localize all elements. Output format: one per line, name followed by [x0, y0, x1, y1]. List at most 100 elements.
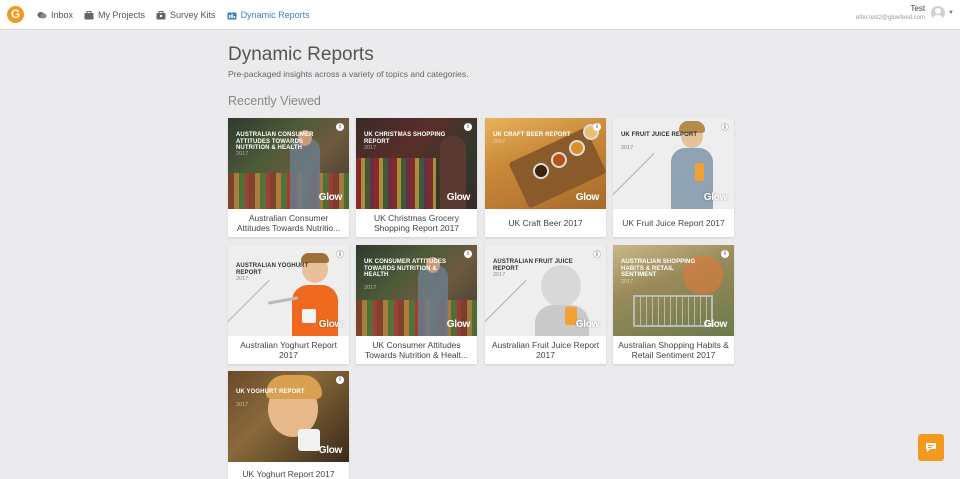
- thumb-title: UK Craft Beer Report: [493, 132, 571, 138]
- report-title: Australian Consumer Attitudes Towards Nu…: [236, 212, 341, 234]
- thumb-year: 2017: [621, 279, 634, 285]
- nav-label-inbox: Inbox: [51, 10, 74, 20]
- nav-item-survey-kits[interactable]: Survey Kits: [156, 10, 216, 20]
- info-icon[interactable]: i: [336, 376, 344, 384]
- shelf-graphic: [228, 173, 349, 209]
- info-icon[interactable]: i: [593, 250, 601, 258]
- glow-brand-mark: Glow: [703, 319, 728, 330]
- user-email: elfer.test2@glowfeed.com: [855, 15, 926, 21]
- report-card[interactable]: Australian Consumer Attitudes Towards Nu…: [228, 118, 349, 237]
- thumb-title: Australian Consumer Attitudes Towards Nu…: [236, 132, 314, 151]
- user-info: Test elfer.test2@glowfeed.com: [856, 4, 925, 22]
- page-subtitle: Pre-packaged insights across a variety o…: [228, 69, 469, 79]
- nav-item-my-projects[interactable]: My Projects: [84, 10, 145, 20]
- thumb-year: 2017: [236, 402, 249, 408]
- report-thumbnail: UK Christmas Shopping Report 2017 i Glow: [356, 118, 477, 209]
- info-icon[interactable]: i: [593, 123, 601, 131]
- yoghurt-cup: [302, 309, 316, 323]
- beer-glass: [551, 152, 567, 168]
- report-card[interactable]: UK Consumer Attitudes Towards Nutrition …: [356, 245, 477, 364]
- info-icon[interactable]: i: [721, 250, 729, 258]
- thumb-title: UK Christmas Shopping Report: [364, 132, 446, 145]
- thumb-title: Australian Fruit Juice Report: [493, 259, 573, 272]
- nav-label-survey-kits: Survey Kits: [170, 10, 216, 20]
- report-title: UK Christmas Grocery Shopping Report 201…: [373, 212, 460, 234]
- report-card[interactable]: UK Craft Beer Report 2017 i Glow UK Craf…: [485, 118, 606, 237]
- report-thumbnail: Australian Shopping Habits & Retail Sent…: [613, 245, 734, 336]
- info-icon[interactable]: i: [464, 250, 472, 258]
- section-title: Recently Viewed: [228, 94, 321, 108]
- thumb-year: 2017: [493, 139, 506, 145]
- main-nav: Inbox My Projects Survey Kits Dynamic Re…: [37, 0, 321, 30]
- glow-brand-mark: Glow: [446, 319, 471, 330]
- info-icon[interactable]: i: [336, 123, 344, 131]
- report-title: UK Fruit Juice Report 2017: [622, 217, 725, 228]
- info-icon[interactable]: i: [464, 123, 472, 131]
- report-thumbnail: Australian Consumer Attitudes Towards Nu…: [228, 118, 349, 209]
- glow-logo[interactable]: G: [7, 6, 24, 23]
- info-icon[interactable]: i: [336, 250, 344, 258]
- report-card[interactable]: Australian Shopping Habits & Retail Sent…: [613, 245, 734, 364]
- thumb-year: 2017: [236, 276, 249, 282]
- user-name: Test: [910, 4, 926, 13]
- avatar[interactable]: [931, 6, 946, 20]
- beer-glass: [569, 140, 585, 156]
- thumb-title: Australian Shopping Habits & Retail Sent…: [621, 259, 696, 278]
- decor-line: [485, 279, 527, 324]
- kit-icon: [156, 10, 166, 19]
- glow-brand-mark: Glow: [575, 319, 600, 330]
- thumb-title: UK Yoghurt Report: [236, 389, 305, 395]
- thumb-year: 2017: [364, 145, 377, 151]
- shelf-graphic: [356, 158, 436, 209]
- child-hair: [301, 253, 329, 263]
- report-thumbnail: UK Craft Beer Report 2017 i Glow: [485, 118, 606, 209]
- thumb-title: Australian Yoghurt Report: [236, 263, 309, 276]
- user-menu[interactable]: Test elfer.test2@glowfeed.com ▼: [856, 4, 954, 22]
- report-thumbnail: Australian Fruit Juice Report 2017 i Glo…: [485, 245, 606, 336]
- report-title: Australian Yoghurt Report 2017: [240, 339, 337, 361]
- beer-glass: [533, 163, 549, 179]
- report-thumbnail: UK Consumer Attitudes Towards Nutrition …: [356, 245, 477, 336]
- glow-brand-mark: Glow: [318, 319, 343, 330]
- report-card[interactable]: UK Fruit Juice Report 2017 i Glow UK Fru…: [613, 118, 734, 237]
- nav-item-dynamic-reports[interactable]: Dynamic Reports: [227, 10, 310, 20]
- thumb-year: 2017: [364, 285, 377, 291]
- report-title: Australian Fruit Juice Report 2017: [491, 339, 600, 361]
- shopping-cart: [633, 295, 713, 327]
- nav-label-my-projects: My Projects: [98, 10, 146, 20]
- logo-letter: G: [10, 7, 21, 21]
- chat-button[interactable]: [918, 434, 944, 461]
- report-thumbnail: UK Yoghurt Report 2017 i Glow: [228, 371, 349, 462]
- glow-brand-mark: Glow: [318, 445, 343, 456]
- inbox-icon: [37, 11, 47, 18]
- juice-glass: [695, 163, 704, 181]
- chat-icon: [926, 443, 936, 452]
- glow-brand-mark: Glow: [446, 192, 471, 203]
- thumb-year: 2017: [236, 151, 249, 157]
- decor-line: [613, 152, 655, 197]
- info-icon[interactable]: i: [721, 123, 729, 131]
- report-title: UK Consumer Attitudes Towards Nutrition …: [365, 339, 468, 361]
- report-thumbnail: Australian Yoghurt Report 2017 i Glow: [228, 245, 349, 336]
- top-navbar: G Inbox My Projects Survey Kits Dynamic …: [0, 0, 960, 30]
- report-title: UK Craft Beer 2017: [508, 217, 583, 228]
- report-card[interactable]: Australian Fruit Juice Report 2017 i Glo…: [485, 245, 606, 364]
- report-title: Australian Shopping Habits & Retail Sent…: [618, 339, 729, 361]
- shelf-graphic: [356, 300, 477, 336]
- report-thumbnail: UK Fruit Juice Report 2017 i Glow: [613, 118, 734, 209]
- decor-line: [228, 279, 270, 324]
- report-card[interactable]: UK Christmas Shopping Report 2017 i Glow…: [356, 118, 477, 237]
- report-title: UK Yoghurt Report 2017: [242, 468, 335, 479]
- yoghurt-cup: [298, 429, 320, 451]
- page-title: Dynamic Reports: [228, 44, 374, 65]
- thumb-title: UK Consumer Attitudes Towards Nutrition …: [364, 259, 447, 278]
- report-card[interactable]: Australian Yoghurt Report 2017 i Glow Au…: [228, 245, 349, 364]
- chevron-down-icon[interactable]: ▼: [948, 10, 954, 16]
- reports-icon: [227, 12, 237, 19]
- glow-brand-mark: Glow: [318, 192, 343, 203]
- thumb-title: UK Fruit Juice Report: [621, 132, 698, 138]
- nav-item-inbox[interactable]: Inbox: [37, 10, 73, 20]
- thumb-year: 2017: [493, 272, 506, 278]
- report-card[interactable]: UK Yoghurt Report 2017 i Glow UK Yoghurt…: [228, 371, 349, 479]
- briefcase-icon: [84, 10, 94, 19]
